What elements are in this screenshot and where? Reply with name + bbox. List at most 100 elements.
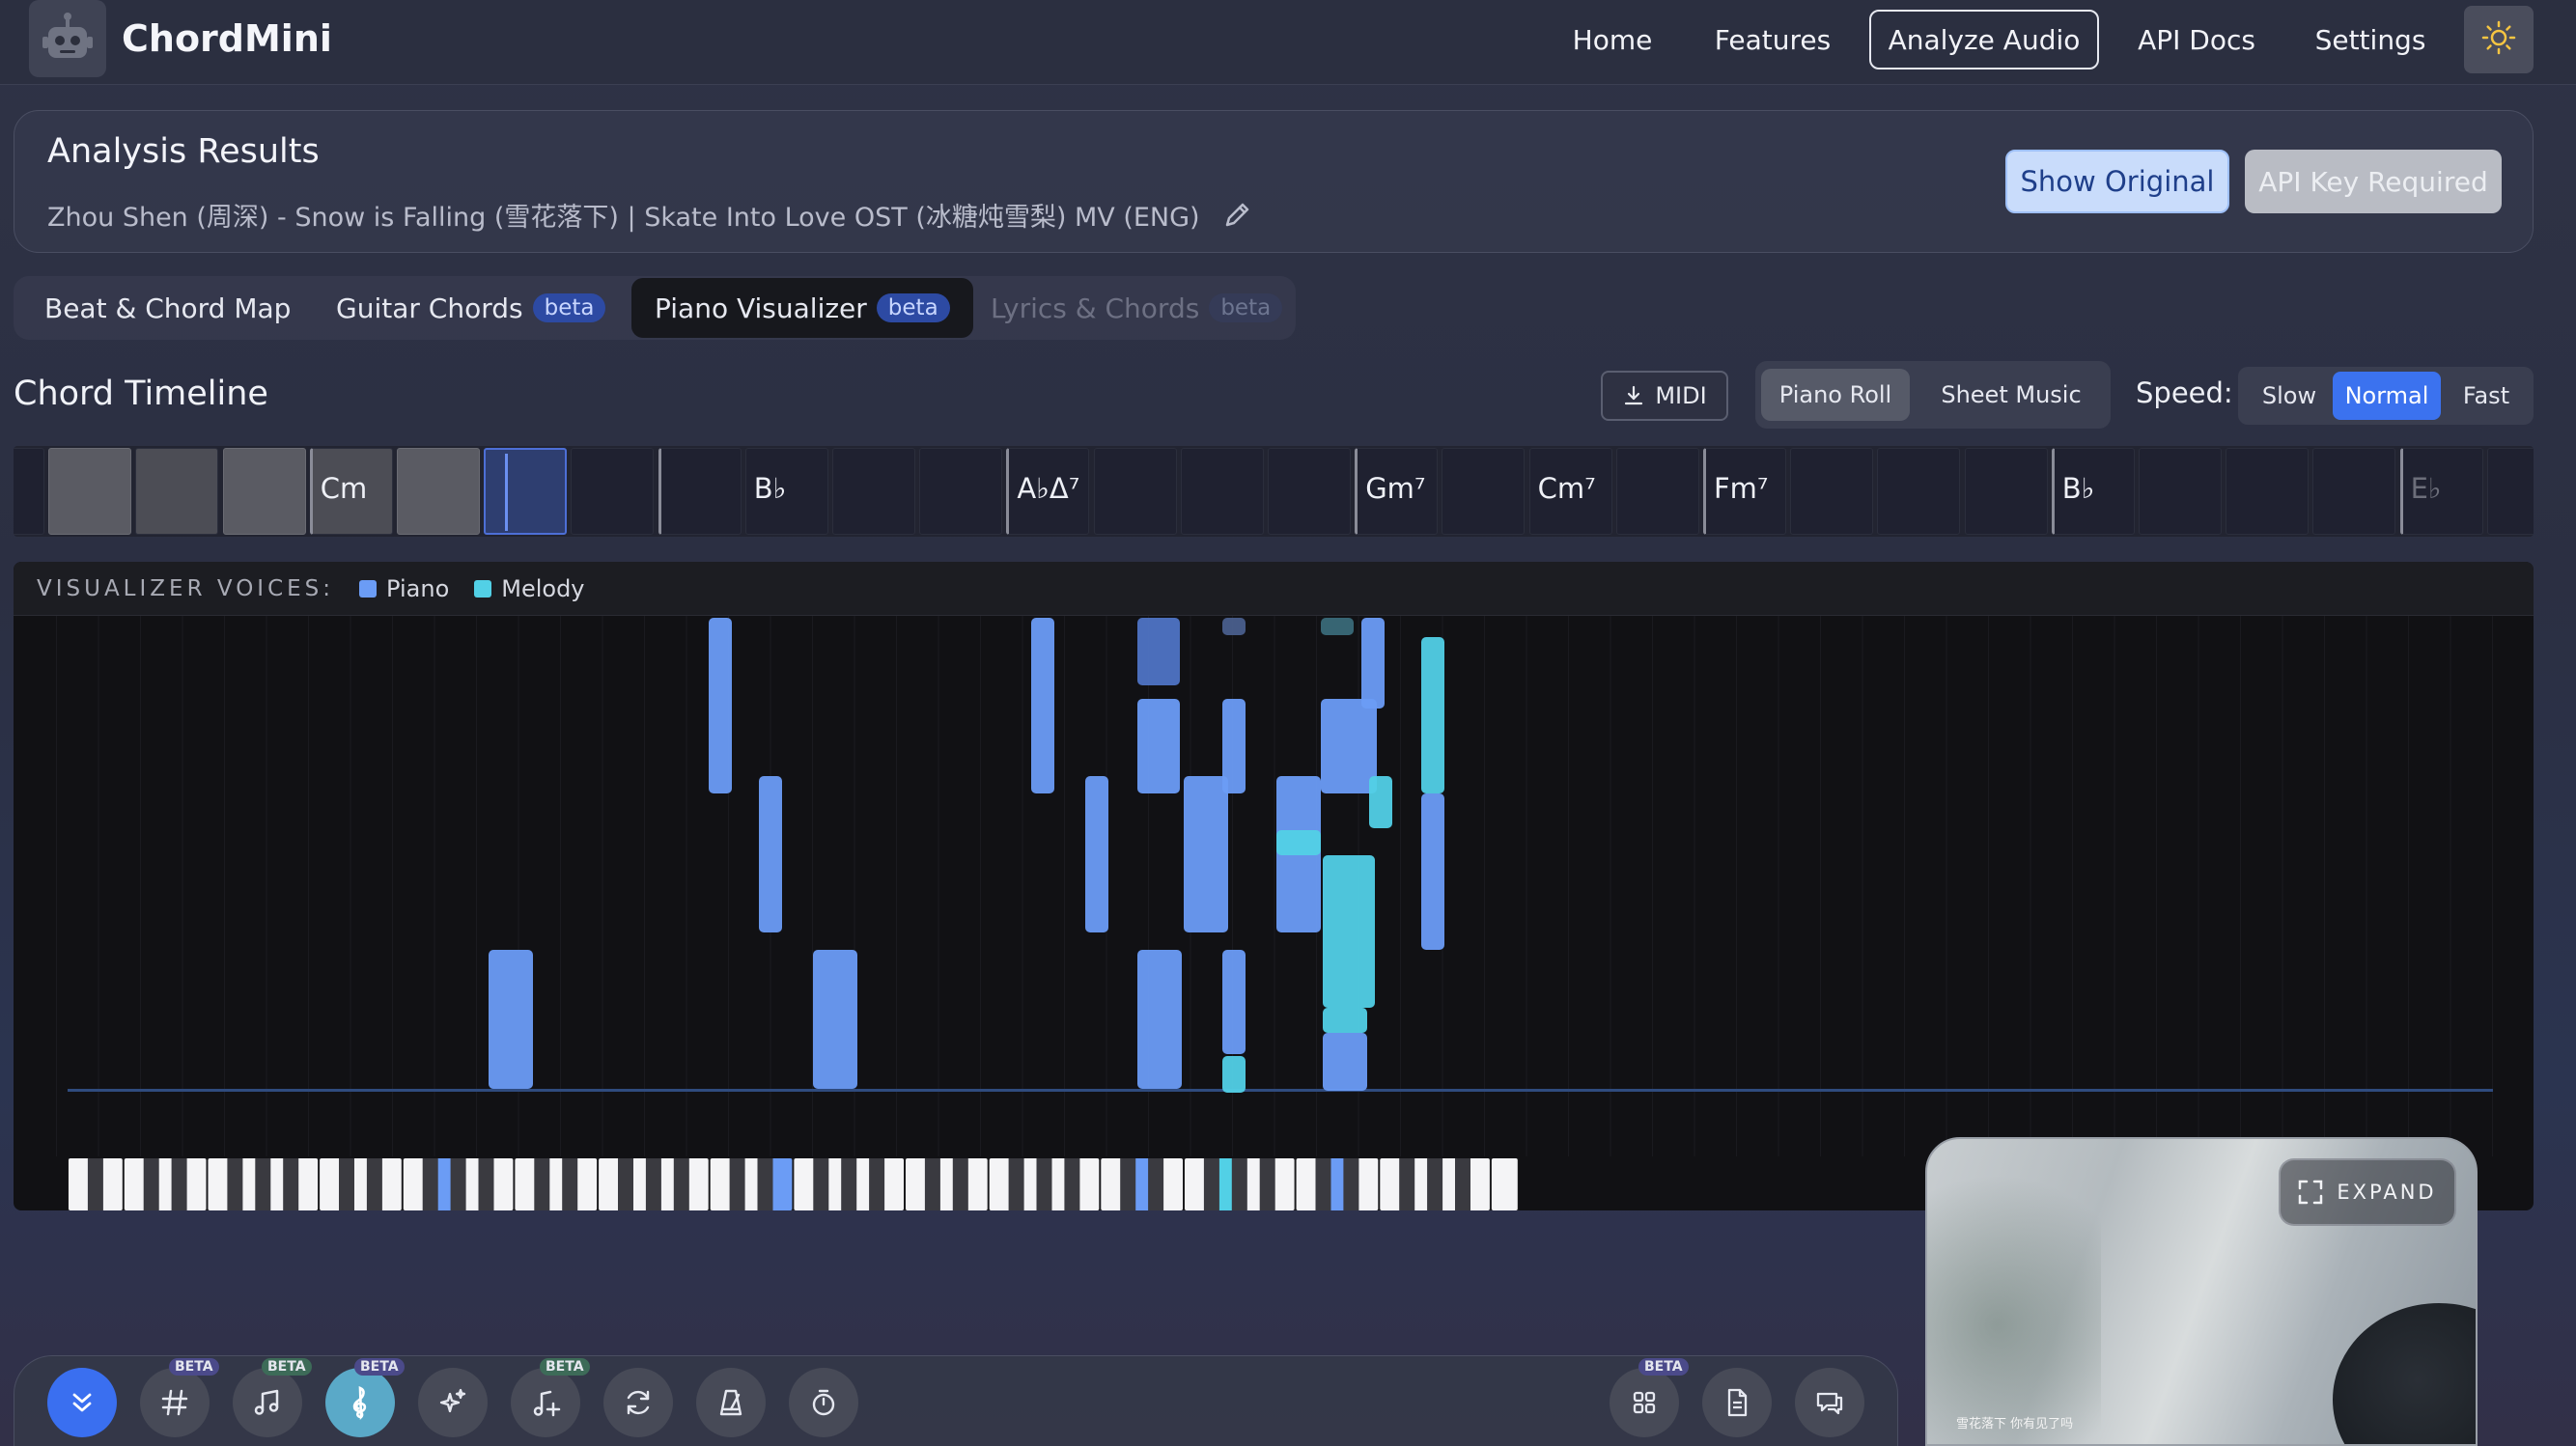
speed-fast-button[interactable]: Fast — [2443, 372, 2530, 420]
black-key — [1008, 1158, 1024, 1210]
note-bar — [759, 776, 782, 932]
chat-button[interactable] — [1795, 1368, 1864, 1437]
chord-cell[interactable] — [1093, 448, 1177, 535]
chord-cell[interactable] — [832, 448, 915, 535]
edit-pencil-icon[interactable] — [1221, 200, 1252, 231]
chord-cell[interactable] — [2486, 448, 2534, 535]
chord-cell[interactable] — [1180, 448, 1264, 535]
note-bar — [813, 950, 857, 1089]
black-key — [841, 1158, 857, 1210]
visualizer-title: VISUALIZER VOICES: — [37, 575, 335, 601]
theme-toggle-button[interactable] — [2464, 6, 2534, 73]
tab-lyrics-chords[interactable]: Lyrics & Chords beta — [991, 276, 1283, 340]
collapse-icon — [66, 1386, 98, 1419]
grid-line — [1526, 616, 1527, 1156]
chord-cell[interactable] — [571, 448, 655, 535]
note-bar — [1276, 830, 1321, 855]
black-key — [1427, 1158, 1443, 1210]
chord-cell[interactable]: Fm⁷ — [1703, 448, 1786, 535]
legend-piano-label: Piano — [386, 574, 450, 602]
chord-cell[interactable] — [397, 448, 480, 535]
chord-cell[interactable]: Gm⁷ — [1355, 448, 1439, 535]
collapse-button[interactable] — [47, 1368, 117, 1437]
expand-video-button[interactable]: EXPAND — [2279, 1158, 2456, 1226]
chord-cell[interactable] — [1268, 448, 1351, 535]
lyrics-document-button[interactable] — [1702, 1368, 1772, 1437]
chord-cell[interactable] — [135, 448, 219, 535]
refresh-icon — [622, 1386, 655, 1419]
melody-button[interactable]: BETA — [511, 1358, 590, 1437]
black-key — [1343, 1158, 1359, 1210]
chord-cell[interactable] — [1615, 448, 1699, 535]
api-key-required-button[interactable]: API Key Required — [2245, 150, 2502, 213]
chord-cell[interactable] — [48, 448, 132, 535]
chord-cell[interactable] — [658, 448, 742, 535]
grid-line — [1568, 616, 1569, 1156]
robot-logo-icon — [29, 0, 106, 77]
chord-cell[interactable] — [1790, 448, 1874, 535]
black-key — [478, 1158, 494, 1210]
grid-line — [2408, 616, 2409, 1156]
roman-numeral-button[interactable]: BETA — [140, 1358, 219, 1437]
chord-cell[interactable] — [1442, 448, 1526, 535]
tab-guitar-chords[interactable]: Guitar Chords beta — [336, 276, 606, 340]
black-key — [1148, 1158, 1164, 1210]
nav-analyze-audio[interactable]: Analyze Audio — [1869, 10, 2099, 70]
brand-name: ChordMini — [122, 17, 332, 60]
chord-label: B♭ — [753, 472, 787, 505]
piano-roll-button[interactable]: Piano Roll — [1761, 369, 1910, 421]
grid-line — [2492, 616, 2493, 1156]
chord-cell[interactable]: B♭ — [744, 448, 828, 535]
loop-button[interactable] — [603, 1368, 673, 1437]
tab-label: Lyrics & Chords — [991, 292, 1200, 324]
grid-line — [938, 616, 939, 1156]
chord-cell[interactable] — [222, 448, 306, 535]
chord-cell[interactable]: Cm — [309, 448, 393, 535]
chord-cell[interactable] — [1964, 448, 2048, 535]
tab-piano-visualizer[interactable]: Piano Visualizer beta — [631, 278, 973, 338]
midi-download-button[interactable]: MIDI — [1601, 371, 1728, 421]
tab-beat-chord-map[interactable]: Beat & Chord Map — [44, 276, 291, 340]
chord-cell[interactable]: Cm⁷ — [1528, 448, 1612, 535]
chat-icon — [1813, 1386, 1846, 1419]
chord-cell[interactable]: E♭ — [2399, 448, 2483, 535]
black-key — [952, 1158, 968, 1210]
video-player[interactable]: EXPAND 雪花落下 你有见了吗 — [1925, 1137, 2478, 1446]
playhead-marker — [505, 454, 509, 531]
chord-cell[interactable] — [484, 448, 568, 535]
chord-cell[interactable] — [2226, 448, 2310, 535]
brand[interactable]: ChordMini — [29, 0, 332, 77]
show-original-button[interactable]: Show Original — [2005, 150, 2229, 213]
sparkle-icon — [436, 1386, 469, 1419]
black-key — [618, 1158, 633, 1210]
nav-api-docs[interactable]: API Docs — [2130, 10, 2263, 70]
nav-home[interactable]: Home — [1564, 10, 1661, 70]
metronome-button[interactable] — [696, 1368, 766, 1437]
grid-view-button[interactable]: BETA — [1610, 1358, 1689, 1437]
expand-label: EXPAND — [2337, 1181, 2437, 1204]
chord-simplify-button[interactable]: BETA — [233, 1358, 312, 1437]
chord-cell[interactable] — [919, 448, 1003, 535]
chord-cell[interactable] — [2312, 448, 2396, 535]
chord-cell[interactable] — [2139, 448, 2222, 535]
chord-cell[interactable]: D — [14, 448, 44, 535]
nav-settings[interactable]: Settings — [2306, 10, 2435, 70]
nav-features[interactable]: Features — [1707, 10, 1838, 70]
legend-piano[interactable]: Piano — [359, 575, 449, 602]
chord-cell[interactable]: A♭Δ⁷ — [1006, 448, 1090, 535]
chord-cell[interactable] — [1877, 448, 1961, 535]
ai-assistant-button[interactable] — [418, 1368, 488, 1437]
beta-badge: beta — [532, 293, 606, 322]
sheet-music-mode-button[interactable]: BETA — [325, 1358, 405, 1437]
top-navbar: ChordMini Home Features Analyze Audio AP… — [0, 0, 2576, 85]
sheet-music-button[interactable]: Sheet Music — [1921, 369, 2101, 421]
sun-icon — [2479, 18, 2518, 61]
chord-cell[interactable]: B♭ — [2051, 448, 2135, 535]
song-title-row: Zhou Shen (周深) - Snow is Falling (雪花落下) … — [47, 196, 1252, 234]
legend-melody[interactable]: Melody — [474, 575, 585, 602]
note-bar — [709, 618, 732, 793]
grid-line — [392, 616, 393, 1156]
timer-button[interactable] — [789, 1368, 858, 1437]
speed-normal-button[interactable]: Normal — [2333, 372, 2441, 420]
speed-slow-button[interactable]: Slow — [2244, 372, 2335, 420]
